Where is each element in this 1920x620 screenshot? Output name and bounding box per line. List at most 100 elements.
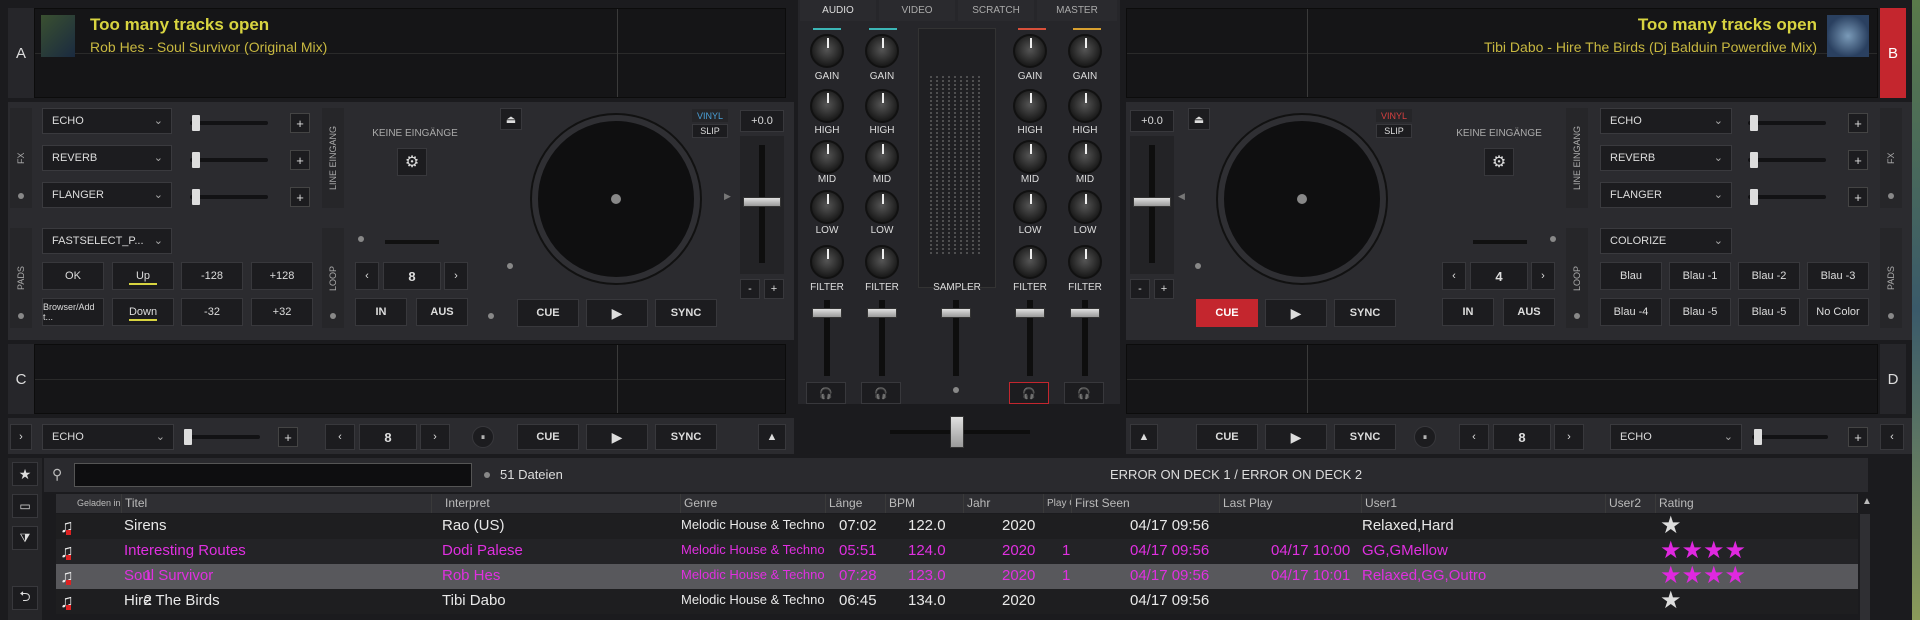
fx-slider-1-right[interactable] — [1748, 115, 1826, 131]
high-knob-4[interactable] — [1068, 89, 1102, 123]
cue-led-left[interactable] — [507, 263, 513, 269]
table-row[interactable]: ♫ 2 Hire The Birds Tibi Dabo Melodic House &… — [56, 589, 1858, 614]
pad-down[interactable]: Down — [112, 298, 174, 326]
pad-plus-32[interactable]: +32 — [251, 298, 313, 326]
col-user2[interactable]: User2 — [1606, 494, 1656, 513]
mid-knob-2[interactable] — [865, 140, 899, 174]
deck-a-letter[interactable]: A — [8, 8, 34, 98]
pitch-fader-right[interactable] — [1133, 145, 1171, 263]
loop-out-left[interactable]: AUS — [416, 298, 468, 326]
search-input[interactable] — [74, 463, 472, 487]
pad-ok[interactable]: OK — [42, 262, 104, 290]
loop-size-deck-c[interactable]: 8 — [359, 424, 417, 450]
col-bpm[interactable]: BPM — [886, 494, 964, 513]
col-first-seen[interactable]: First Seen — [1072, 494, 1220, 513]
play-button-left[interactable]: ▶ — [586, 299, 648, 327]
pitch-plus-right[interactable]: + — [1154, 279, 1174, 299]
favorites-star-icon[interactable]: ★ — [12, 462, 38, 486]
deck-c-letter[interactable]: C — [8, 344, 34, 414]
sync-led-left[interactable] — [488, 313, 494, 319]
filter-knob-1[interactable] — [810, 245, 844, 279]
star-icon[interactable]: ★ — [1703, 564, 1725, 588]
jog-wheel-right[interactable] — [1218, 115, 1386, 283]
high-knob-2[interactable] — [865, 89, 899, 123]
fx-select-3-left[interactable]: FLANGER ⌄ — [42, 182, 172, 208]
deck-a-waveform[interactable]: Too many tracks open Rob Hes - Soul Surv… — [34, 8, 786, 98]
fx-slider-2-right[interactable] — [1748, 152, 1826, 168]
loop-prev-deck-c[interactable]: ‹ — [325, 424, 355, 450]
pitch-fader-left[interactable] — [743, 145, 781, 263]
eject-icon-left[interactable]: ⏏ — [500, 108, 522, 130]
sampler-dot[interactable] — [953, 387, 959, 393]
fx-add-1-right[interactable]: + — [1848, 113, 1868, 133]
headphone-icon-1[interactable]: 🎧 — [806, 382, 846, 404]
loop-next-right[interactable]: › — [1531, 262, 1555, 290]
loop-size-deck-d[interactable]: 8 — [1493, 424, 1551, 450]
fx-slider-1-left[interactable] — [190, 115, 268, 131]
tab-scratch[interactable]: SCRATCH — [958, 0, 1034, 21]
volume-fader-2[interactable] — [867, 300, 897, 376]
cue-button-left[interactable]: CUE — [517, 299, 579, 327]
col-length[interactable]: Länge — [826, 494, 886, 513]
fx-select-1-left[interactable]: ECHO ⌄ — [42, 108, 172, 134]
loop-out-right[interactable]: AUS — [1503, 298, 1555, 326]
pads-dot-left[interactable] — [18, 313, 24, 319]
rating-stars[interactable]: ★ — [1660, 589, 1682, 613]
pitch-minus-right[interactable]: - — [1130, 279, 1150, 299]
table-row[interactable]: ♫ Sirens Rao (US) Melodic House & Techno 07:… — [56, 514, 1858, 539]
headphone-icon-2[interactable]: 🎧 — [861, 382, 901, 404]
pad-blau-5b[interactable]: Blau -5 — [1738, 298, 1800, 326]
search-options-dot[interactable] — [484, 472, 490, 478]
sync-button-right[interactable]: SYNC — [1334, 299, 1396, 327]
loop-prev-left[interactable]: ‹ — [355, 262, 379, 290]
headphone-icon-3[interactable]: 🎧 — [1009, 382, 1049, 404]
col-loaded[interactable]: Geladen in — [74, 494, 122, 513]
fx-dot-left[interactable] — [18, 193, 24, 199]
back-icon[interactable]: ⮌ — [12, 586, 38, 610]
loop-in-right[interactable]: IN — [1442, 298, 1494, 326]
pad-up[interactable]: Up — [112, 262, 174, 290]
pitch-plus-left[interactable]: + — [764, 279, 784, 299]
pad-blau-2[interactable]: Blau -2 — [1738, 262, 1800, 290]
loop-next-left[interactable]: › — [444, 262, 468, 290]
col-plays[interactable]: Play C — [1044, 494, 1072, 513]
pad-blau[interactable]: Blau — [1600, 262, 1662, 290]
volume-fader-1[interactable] — [812, 300, 842, 376]
deck-c-expand[interactable]: › — [10, 424, 32, 450]
cue-button-right[interactable]: CUE — [1196, 299, 1258, 327]
pad-minus-128[interactable]: -128 — [181, 262, 243, 290]
pitch-value-right[interactable]: +0.0 — [1130, 110, 1174, 132]
pitch-value-left[interactable]: +0.0 — [740, 110, 784, 132]
fx-add-deck-c[interactable]: + — [278, 427, 298, 447]
loop-dot-left[interactable] — [330, 313, 336, 319]
gain-knob-2[interactable] — [865, 34, 899, 68]
deck-b-letter[interactable]: B — [1880, 8, 1906, 98]
volume-fader-3[interactable] — [1015, 300, 1045, 376]
fx-select-deck-c[interactable]: ECHO ⌄ — [42, 424, 174, 450]
col-genre[interactable]: Genre — [681, 494, 826, 513]
cue-button-deck-d[interactable]: CUE — [1196, 424, 1258, 450]
filter-knob-4[interactable] — [1068, 245, 1102, 279]
star-icon[interactable]: ★ — [1660, 589, 1682, 613]
deck-b-waveform[interactable]: Too many tracks open Tibi Dabo - Hire Th… — [1126, 8, 1878, 98]
loop-prev-right[interactable]: ‹ — [1442, 262, 1466, 290]
loop-size-right[interactable]: 4 — [1470, 262, 1528, 290]
rating-stars[interactable]: ★★★★ — [1660, 539, 1746, 563]
filter-knob-3[interactable] — [1013, 245, 1047, 279]
star-icon[interactable]: ★ — [1725, 564, 1747, 588]
input-settings-gear-icon-right[interactable]: ⚙ — [1484, 148, 1514, 176]
star-icon[interactable]: ★ — [1660, 539, 1682, 563]
rating-stars[interactable]: ★ — [1660, 514, 1682, 538]
fx-select-2-right[interactable]: REVERB ⌄ — [1600, 145, 1732, 171]
fx-add-1-left[interactable]: + — [290, 113, 310, 133]
fx-select-deck-d[interactable]: ECHO ⌄ — [1610, 424, 1742, 450]
slip-toggle-right[interactable]: SLIP — [1376, 124, 1412, 138]
high-knob-3[interactable] — [1013, 89, 1047, 123]
deck-c-pause-icon[interactable]: ⏸ — [472, 426, 494, 448]
star-icon[interactable]: ★ — [1660, 514, 1682, 538]
volume-fader-4[interactable] — [1070, 300, 1100, 376]
sync-button-deck-d[interactable]: SYNC — [1334, 424, 1396, 450]
loop-led-right[interactable] — [1550, 236, 1556, 242]
deck-d-pause-icon[interactable]: ⏸ — [1414, 426, 1436, 448]
deck-d-letter[interactable]: D — [1880, 344, 1906, 414]
